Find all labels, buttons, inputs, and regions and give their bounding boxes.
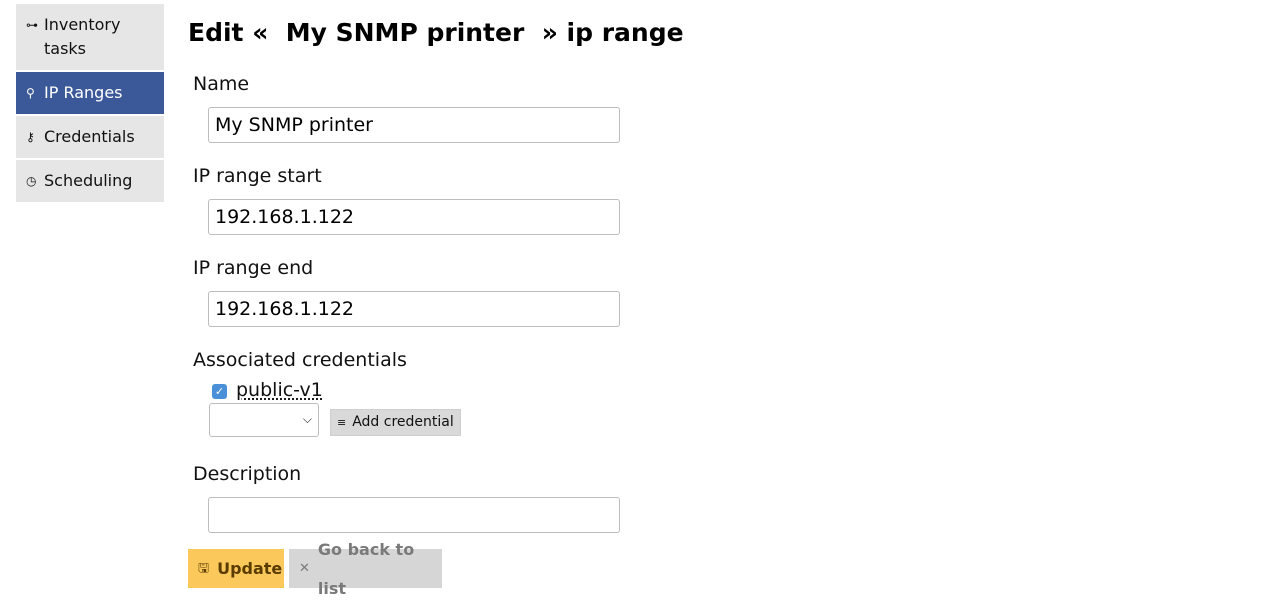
- sidebar-item-scheduling[interactable]: ◷ Scheduling: [16, 160, 164, 202]
- go-back-label: Go back to list: [317, 539, 415, 598]
- key-icon: ⚷: [26, 130, 35, 144]
- save-icon: 🖫: [198, 561, 210, 576]
- add-credential-label: Add credential: [352, 414, 454, 430]
- update-label: Update: [217, 559, 283, 578]
- description-label: Description: [193, 463, 302, 485]
- sidebar-item-label: Scheduling: [44, 171, 133, 190]
- tree-icon: ⊶: [26, 18, 38, 32]
- credential-item: ✓ public-v1: [212, 378, 323, 402]
- credentials-label: Associated credentials: [193, 349, 407, 371]
- go-back-button[interactable]: ✕ Go back to list: [289, 540, 442, 598]
- ip-end-label: IP range end: [193, 257, 314, 279]
- ip-start-label: IP range start: [193, 165, 322, 187]
- close-icon: ✕: [299, 561, 310, 576]
- credential-link[interactable]: public-v1: [236, 378, 323, 402]
- sidebar-item-inventory-tasks[interactable]: ⊶ Inventory tasks: [16, 4, 164, 70]
- update-button[interactable]: 🖫 Update: [188, 549, 284, 588]
- name-input[interactable]: [208, 107, 620, 143]
- ip-end-input[interactable]: [208, 291, 620, 327]
- description-input[interactable]: [208, 497, 620, 533]
- ip-start-input[interactable]: [208, 199, 620, 235]
- add-list-icon: ≡: [337, 416, 347, 429]
- add-credential-button[interactable]: ≡ Add credential: [330, 409, 461, 436]
- sidebar-item-credentials[interactable]: ⚷ Credentials: [16, 116, 164, 158]
- sidebar-item-ip-ranges[interactable]: ⚲ IP Ranges: [16, 72, 164, 114]
- clock-icon: ◷: [26, 174, 37, 188]
- check-icon: ✓: [214, 385, 225, 398]
- credential-checkbox[interactable]: ✓: [212, 384, 227, 399]
- sidebar-item-label: Credentials: [44, 127, 135, 146]
- sidebar-item-label: IP Ranges: [44, 83, 123, 102]
- chevron-down-icon: ⌵: [302, 412, 312, 426]
- sidebar: ⊶ Inventory tasks ⚲ IP Ranges ⚷ Credenti…: [16, 4, 164, 204]
- network-icon: ⚲: [26, 86, 35, 100]
- name-label: Name: [193, 73, 250, 95]
- sidebar-item-label: Inventory tasks: [44, 15, 121, 58]
- page-title: Edit « My SNMP printer » ip range: [188, 18, 684, 47]
- credential-select[interactable]: ⌵: [209, 403, 319, 437]
